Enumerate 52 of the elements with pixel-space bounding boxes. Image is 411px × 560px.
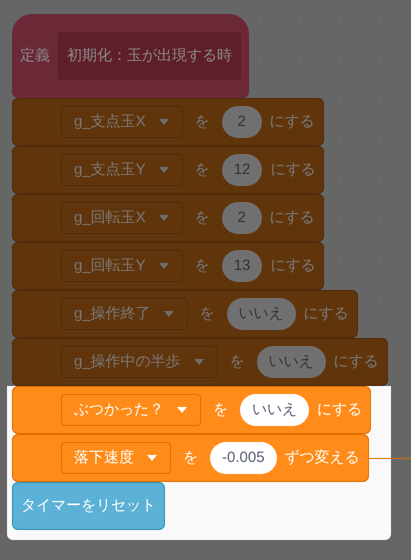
block-text: にする: [270, 112, 315, 132]
dropdown-caret-icon: [158, 214, 170, 222]
set-variable-block[interactable]: g_回転玉X を 2 にする: [12, 194, 324, 242]
variable-dropdown[interactable]: g_支点玉X: [61, 106, 183, 138]
block-text: にする: [270, 160, 316, 180]
set-variable-block[interactable]: ぶつかった？ を いいえ にする: [12, 386, 371, 434]
variable-dropdown[interactable]: g_操作終了: [61, 298, 188, 330]
block-text: を: [228, 352, 246, 372]
set-variable-block[interactable]: g_操作中の半歩 を いいえ にする: [12, 338, 388, 386]
set-variable-block[interactable]: g_支点玉X を 2 にする: [12, 98, 324, 146]
block-text: を: [194, 208, 211, 228]
block-text: にする: [334, 352, 379, 372]
reset-timer-block[interactable]: タイマーをリセット: [12, 482, 165, 530]
block-text: にする: [270, 208, 315, 228]
value-input[interactable]: -0.005: [210, 442, 277, 474]
block-text: にする: [270, 256, 316, 276]
variable-dropdown[interactable]: g_支点玉Y: [61, 154, 183, 186]
variable-dropdown[interactable]: g_回転玉X: [61, 202, 183, 234]
dropdown-caret-icon: [158, 262, 170, 270]
dropdown-caret-icon: [176, 406, 188, 414]
value-input[interactable]: 2: [222, 106, 262, 138]
block-text: にする: [317, 400, 362, 420]
dropdown-caret-icon: [162, 310, 175, 318]
block-text: にする: [304, 304, 349, 324]
block-text: を: [182, 448, 199, 468]
block-text: ずつ変える: [284, 448, 360, 468]
dropdown-caret-icon: [192, 358, 205, 366]
value-input[interactable]: いいえ: [226, 298, 296, 330]
define-keyword: 定義: [20, 46, 50, 66]
value-input[interactable]: 13: [222, 250, 262, 282]
block-text: を: [198, 304, 216, 324]
block-text: を: [194, 256, 211, 276]
variable-dropdown[interactable]: g_回転玉Y: [61, 250, 183, 282]
value-input[interactable]: いいえ: [240, 394, 309, 426]
set-variable-block[interactable]: g_回転玉Y を 13 にする: [12, 242, 324, 290]
variable-dropdown[interactable]: 落下速度: [61, 442, 171, 474]
block-text: を: [194, 112, 211, 132]
block-text: を: [194, 160, 211, 180]
dropdown-caret-icon: [158, 166, 170, 174]
variable-dropdown[interactable]: g_操作中の半歩: [61, 346, 218, 378]
set-variable-block[interactable]: 落下速度 を -0.005 ずつ変える: [12, 434, 369, 482]
value-input[interactable]: 2: [222, 202, 262, 234]
custom-block-name: 初期化：玉が出現する時: [58, 32, 241, 80]
define-block[interactable]: 定義 初期化：玉が出現する時: [12, 14, 249, 98]
set-variable-block[interactable]: g_操作終了 を いいえ にする: [12, 290, 358, 338]
set-variable-block[interactable]: g_支点玉Y を 12 にする: [12, 146, 324, 194]
value-input[interactable]: いいえ: [256, 346, 326, 378]
block-text: を: [212, 400, 229, 420]
dropdown-caret-icon: [158, 118, 170, 126]
dropdown-caret-icon: [146, 454, 158, 462]
variable-dropdown[interactable]: ぶつかった？: [61, 394, 201, 426]
value-input[interactable]: 12: [222, 154, 262, 186]
